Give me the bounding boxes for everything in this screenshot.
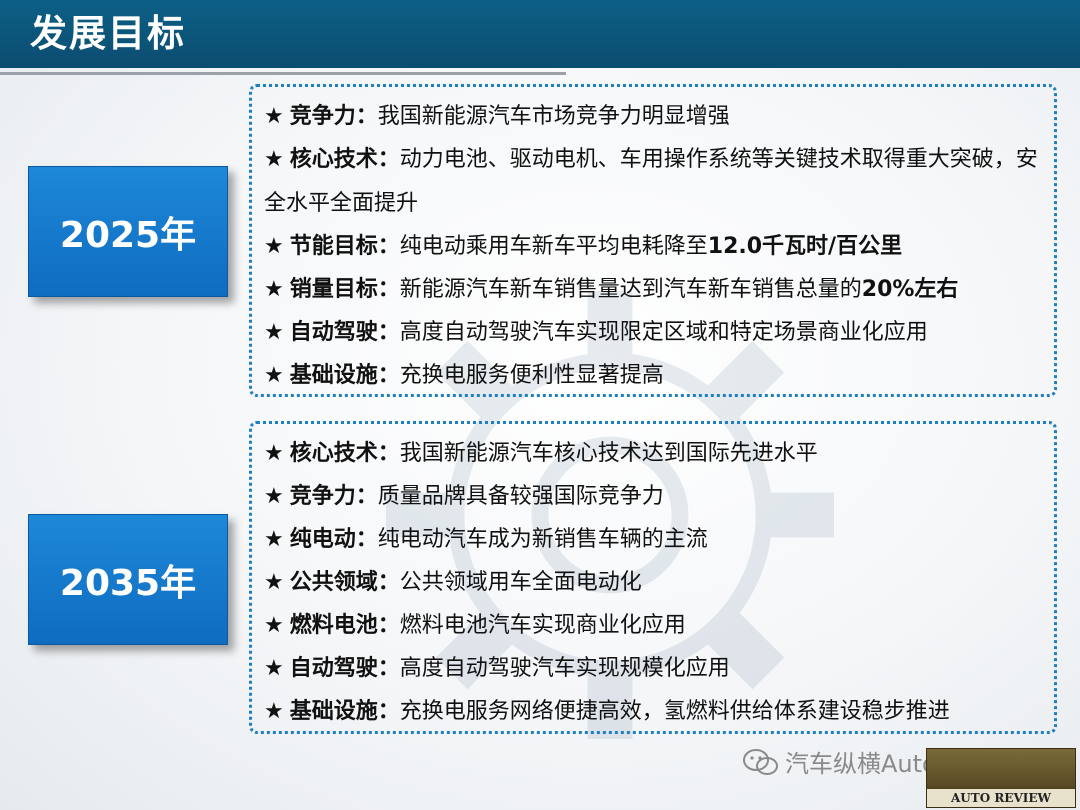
goal-text: 充换电服务便利性显著提高: [399, 363, 664, 388]
goals-2025-panel: ★ 竞争力：我国新能源汽车市场竞争力明显增强 ★ 核心技术：动力电池、驱动电机、车用…: [249, 84, 1057, 397]
goal-text: 高度自动驾驶汽车实现限定区域和特定场景商业化应用: [399, 320, 928, 345]
goal-key: 纯电动：: [289, 527, 378, 552]
wechat-icon: [743, 749, 778, 775]
star-icon: ★: [264, 320, 284, 345]
goal-key: 竞争力：: [289, 104, 378, 129]
goal-key: 销量目标：: [289, 277, 400, 302]
goal-item: ★ 自动驾驶：高度自动驾驶汽车实现限定区域和特定场景商业化应用: [264, 311, 1054, 354]
goal-text: 我国新能源汽车市场竞争力明显增强: [377, 104, 730, 129]
star-icon: ★: [264, 527, 284, 552]
goal-text: 质量品牌具备较强国际竞争力: [377, 484, 664, 509]
star-icon: ★: [264, 656, 284, 681]
goal-key: 基础设施：: [289, 699, 400, 724]
goal-highlight: 20%左右: [861, 277, 959, 302]
goal-text: 燃料电池汽车实现商业化应用: [399, 613, 686, 638]
star-icon: ★: [264, 147, 284, 172]
star-icon: ★: [264, 363, 284, 388]
goal-key: 节能目标：: [289, 234, 400, 259]
title-bar: 发展目标: [0, 0, 1080, 68]
goal-item: ★ 纯电动：纯电动汽车成为新销售车辆的主流: [264, 518, 1054, 561]
year-2035-box: 2035年: [28, 514, 228, 645]
goal-key: 自动驾驶：: [289, 656, 400, 681]
title-underline: [0, 72, 566, 75]
year-2025-box: 2025年: [28, 166, 228, 297]
goal-key: 自动驾驶：: [289, 320, 400, 345]
goal-item: ★ 基础设施：充换电服务网络便捷高效，氢燃料供给体系建设稳步推进: [264, 690, 1054, 733]
star-icon: ★: [264, 570, 284, 595]
star-icon: ★: [264, 484, 284, 509]
goal-item: ★ 公共领域：公共领域用车全面电动化: [264, 561, 1054, 604]
star-icon: ★: [264, 441, 284, 466]
goal-item: ★ 核心技术：我国新能源汽车核心技术达到国际先进水平: [264, 432, 1054, 475]
goal-item: ★ 基础设施：充换电服务便利性显著提高: [264, 354, 1054, 397]
goal-text: 我国新能源汽车核心技术达到国际先进水平: [399, 441, 818, 466]
page-title: 发展目标: [30, 12, 186, 55]
goal-key: 公共领域：: [289, 570, 400, 595]
goal-key: 基础设施：: [289, 363, 400, 388]
star-icon: ★: [264, 277, 284, 302]
goal-text: 纯电动乘用车新车平均电耗降至: [399, 234, 708, 259]
goal-text: 纯电动汽车成为新销售车辆的主流: [377, 527, 708, 552]
goal-key: 核心技术：: [289, 441, 400, 466]
goal-key: 竞争力：: [289, 484, 378, 509]
goals-2035-panel: ★ 核心技术：我国新能源汽车核心技术达到国际先进水平 ★ 竞争力：质量品牌具备较强国…: [249, 421, 1057, 734]
goal-item: ★ 竞争力：我国新能源汽车市场竞争力明显增强: [264, 95, 1054, 138]
goal-item: ★ 核心技术：动力电池、驱动电机、车用操作系统等关键技术取得重大突破，安全水平全面…: [264, 138, 1039, 226]
star-icon: ★: [264, 613, 284, 638]
goal-text: 充换电服务网络便捷高效，氢燃料供给体系建设稳步推进: [399, 699, 950, 724]
goal-item: ★ 竞争力：质量品牌具备较强国际竞争力: [264, 475, 1054, 518]
goal-text: 高度自动驾驶汽车实现规模化应用: [399, 656, 730, 681]
goal-item: ★ 销量目标：新能源汽车新车销售量达到汽车新车销售总量的20%左右: [264, 268, 1054, 311]
goal-text: 新能源汽车新车销售量达到汽车新车销售总量的: [399, 277, 862, 302]
goal-highlight: 12.0千瓦时/百公里: [707, 234, 903, 259]
logo-caption: AUTO REVIEW: [927, 789, 1075, 807]
auto-review-logo: AUTO REVIEW: [926, 748, 1076, 808]
star-icon: ★: [264, 104, 284, 129]
star-icon: ★: [264, 234, 284, 259]
goal-item: ★ 燃料电池：燃料电池汽车实现商业化应用: [264, 604, 1054, 647]
star-icon: ★: [264, 699, 284, 724]
goal-text: 公共领域用车全面电动化: [399, 570, 642, 595]
goal-item: ★ 自动驾驶：高度自动驾驶汽车实现规模化应用: [264, 647, 1054, 690]
goal-key: 燃料电池：: [289, 613, 400, 638]
goal-item: ★ 节能目标：纯电动乘用车新车平均电耗降至12.0千瓦时/百公里: [264, 225, 1054, 268]
goal-key: 核心技术：: [289, 147, 400, 172]
